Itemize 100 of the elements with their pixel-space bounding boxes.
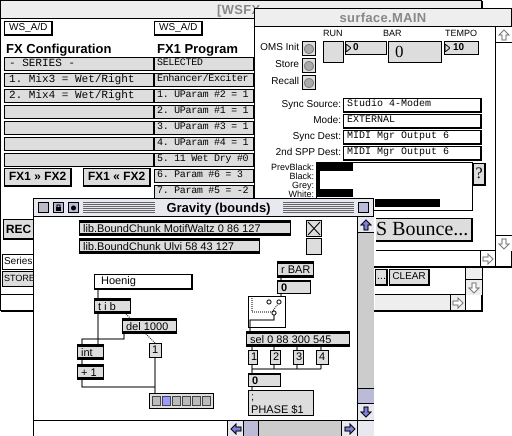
- title-stripes: [83, 202, 154, 213]
- meter-label: White:: [288, 190, 314, 199]
- help-button[interactable]: ?: [473, 163, 486, 186]
- message-box[interactable]: 1: [149, 343, 162, 358]
- device-label: WS_A/D: [4, 21, 54, 36]
- run-label: RUN: [323, 28, 342, 39]
- list-item[interactable]: [4, 121, 154, 135]
- scroll-up-arrow[interactable]: [360, 218, 372, 230]
- scrollbar[interactable]: [376, 250, 496, 266]
- number-box[interactable]: 0: [277, 280, 311, 294]
- list-item[interactable]: [4, 105, 154, 119]
- window-title: surface.MAIN: [340, 11, 426, 24]
- list-item[interactable]: 4. UParam #4 = 1: [154, 137, 254, 151]
- radio-cell[interactable]: [172, 396, 181, 406]
- scrollbar[interactable]: [465, 268, 482, 295]
- button-label: Store: [275, 58, 299, 72]
- toggle[interactable]: [306, 220, 322, 237]
- scrollbar[interactable]: [34, 420, 357, 436]
- power-icon[interactable]: [68, 202, 79, 213]
- number-value: 10: [453, 43, 464, 53]
- list-item[interactable]: 1. Mix3 = Wet/Right: [4, 73, 154, 87]
- list-item[interactable]: 6. Param #6 = 3: [154, 169, 254, 183]
- sync-field[interactable]: Studio 4-Modem: [343, 98, 482, 113]
- number-box[interactable]: 0: [248, 373, 281, 387]
- section-heading: FX1 Program: [157, 40, 238, 58]
- object-box[interactable]: lib.BoundChunk Ulvi 58 43 127: [79, 238, 260, 254]
- meter-label: Black:: [289, 172, 314, 181]
- field-label: Sync Source:: [282, 98, 341, 112]
- bounce-button[interactable]: S Bounce...: [376, 218, 473, 242]
- scroll-left-arrow[interactable]: [230, 422, 242, 434]
- list-item[interactable]: - SERIES -: [4, 57, 154, 71]
- list-item[interactable]: 3. UParam #3 = 1: [154, 121, 254, 135]
- scrollbar[interactable]: [357, 217, 374, 420]
- bar-label: BAR: [383, 28, 402, 39]
- field-label: 2nd SPP Dest:: [276, 146, 341, 160]
- list-item[interactable]: [4, 153, 154, 167]
- rec-button[interactable]: REC: [3, 219, 35, 240]
- list-item[interactable]: 2. UParam #1 = 1: [154, 105, 254, 119]
- round-button[interactable]: [302, 41, 316, 56]
- text-field[interactable]: Hoenig: [94, 274, 193, 290]
- button-label: OMS Init: [260, 41, 299, 55]
- object-box[interactable]: int: [77, 344, 104, 360]
- store-button[interactable]: STORE: [2, 271, 33, 287]
- tempo-label: TEMPO: [445, 28, 478, 39]
- scroll-right-arrow[interactable]: [344, 422, 356, 434]
- scroll-thumb[interactable]: [243, 421, 259, 436]
- gate-switch[interactable]: [248, 296, 286, 328]
- number-box[interactable]: 0: [345, 41, 387, 55]
- message-box[interactable]: 3: [293, 350, 304, 365]
- object-box[interactable]: + 1: [77, 364, 104, 380]
- object-box[interactable]: r BAR: [277, 261, 314, 278]
- device-label: WS_A/D: [154, 21, 204, 36]
- list-item[interactable]: 5. 11 Wet Dry #0: [154, 153, 254, 167]
- bar-display: 0: [388, 41, 442, 63]
- list-item[interactable]: 1. UParam #2 = 1: [154, 89, 254, 103]
- list-item[interactable]: Enhancer/Exciter: [154, 73, 254, 87]
- close-box[interactable]: [38, 202, 49, 213]
- radio-cell[interactable]: [202, 396, 211, 406]
- message-box[interactable]: 2: [270, 350, 281, 365]
- sync-field[interactable]: MIDI Mgr Output 6: [343, 130, 482, 145]
- more-button[interactable]: ...: [375, 269, 388, 286]
- meter-label: Grey:: [292, 181, 314, 190]
- sync-field[interactable]: EXTERNAL: [343, 114, 482, 129]
- list-item[interactable]: [4, 137, 154, 151]
- transfer-button[interactable]: FX1 » FX2: [4, 168, 72, 187]
- scroll-down-arrow[interactable]: [360, 406, 372, 418]
- scrollbar[interactable]: [375, 294, 466, 310]
- radio-cell[interactable]: [192, 396, 201, 406]
- number-value: 0: [353, 43, 359, 53]
- number-box[interactable]: 10: [444, 41, 479, 55]
- window-title: Gravity (bounds): [166, 201, 272, 214]
- lock-icon[interactable]: [53, 202, 64, 213]
- message-box[interactable]: 4: [316, 350, 329, 365]
- list-item[interactable]: 7. Param #5 = -2: [154, 185, 254, 199]
- object-box[interactable]: lib.BoundChunk MotifWaltz 0 86 127: [79, 220, 291, 236]
- object-box[interactable]: del 1000: [122, 318, 177, 334]
- round-button[interactable]: [302, 75, 316, 90]
- list-item[interactable]: 2. Mix4 = Wet/Right: [4, 89, 154, 103]
- meter-label: PrevBlack:: [270, 163, 314, 172]
- grow-box[interactable]: [357, 420, 374, 436]
- radio-cell[interactable]: [152, 396, 161, 406]
- object-box[interactable]: t i b: [94, 298, 131, 314]
- field-label: Sync Dest:: [292, 130, 341, 144]
- triangle-icon: [445, 44, 450, 52]
- scroll-thumb[interactable]: [358, 388, 374, 404]
- triangle-icon: [346, 44, 351, 52]
- object-box[interactable]: sel 0 88 300 545: [246, 331, 350, 347]
- message-box[interactable]: ; PHASE $1: [248, 390, 314, 416]
- round-button[interactable]: [302, 58, 316, 73]
- clear-button[interactable]: CLEAR: [389, 269, 430, 286]
- series-field[interactable]: Series: [2, 254, 33, 270]
- section-heading: FX Configuration: [6, 40, 112, 58]
- run-toggle[interactable]: [323, 41, 344, 63]
- bang-button[interactable]: [306, 238, 322, 255]
- zoom-box[interactable]: [358, 202, 370, 213]
- radio-cell[interactable]: [182, 396, 191, 406]
- list-item[interactable]: SELECTED: [154, 57, 254, 71]
- radio-cell[interactable]: [162, 396, 171, 406]
- message-box[interactable]: 1: [248, 350, 258, 365]
- transfer-button[interactable]: FX1 « FX2: [83, 168, 151, 187]
